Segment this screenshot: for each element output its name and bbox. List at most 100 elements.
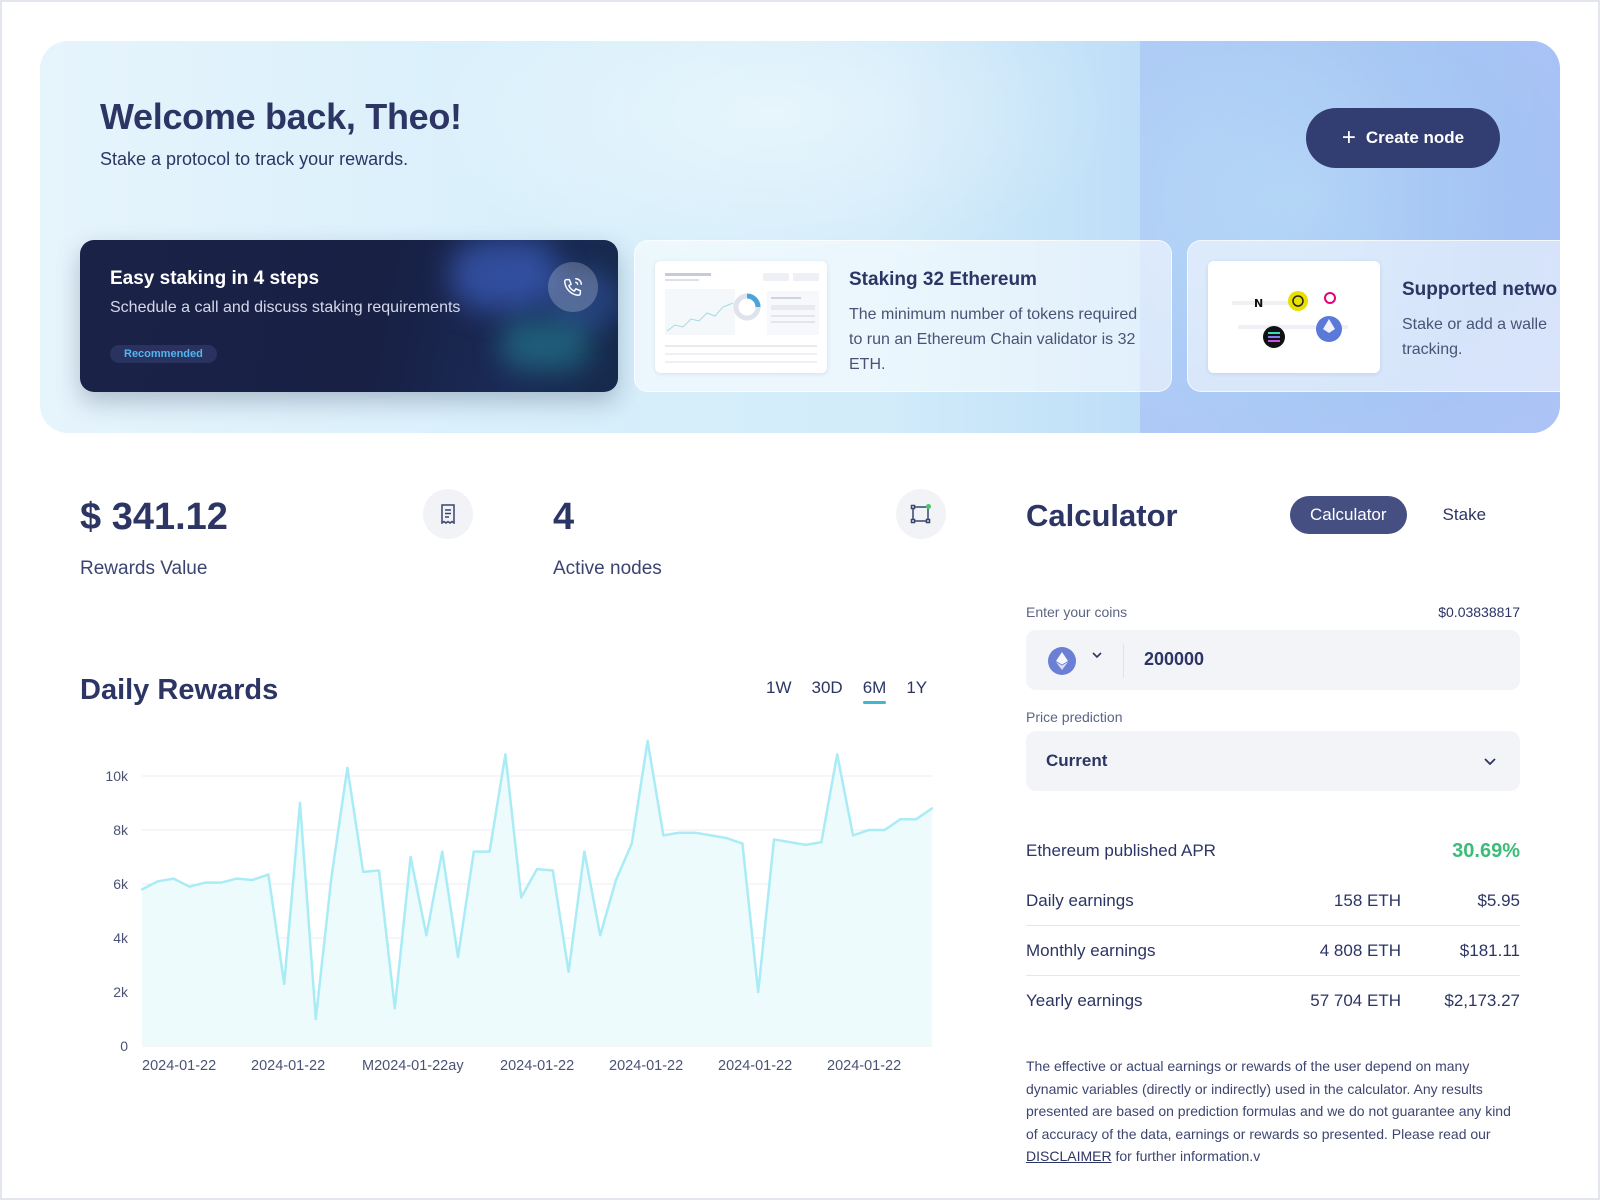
data-point — [709, 834, 712, 837]
card-title: Supported netwo — [1402, 279, 1558, 300]
range-tabs: 1W 30D 6M 1Y — [766, 678, 947, 704]
welcome-title: Welcome back, Theo! — [100, 96, 462, 137]
chevron-down-icon — [1484, 758, 1496, 766]
calculator-mode-toggle: Calculator Stake — [1290, 496, 1506, 534]
card-description: The minimum number of tokens required to… — [849, 306, 1138, 373]
tab-stake[interactable]: Stake — [1423, 496, 1506, 534]
card-title: Staking 32 Ethereum — [849, 269, 1037, 290]
data-point — [441, 850, 444, 853]
earnings-usd: $2,173.27 — [1444, 991, 1520, 1010]
dashboard-preview-image — [655, 261, 827, 373]
coins-input-field[interactable]: 200000 — [1026, 630, 1520, 690]
networks-thumbnail: N — [1208, 261, 1380, 373]
earnings-eth: 158 ETH — [1333, 890, 1401, 910]
y-tick-label: 8k — [113, 822, 129, 838]
active-nodes-label: Active nodes — [553, 558, 662, 579]
data-point — [630, 842, 633, 845]
nodes-icon — [910, 504, 931, 524]
supported-networks-card[interactable]: N Supported netwo Stake or add a walle t… — [1187, 240, 1560, 392]
daily-rewards-chart: 0 2k 4k 6k 8k 10k 2024-01-22 2024-01-22 M2024-01… — [105, 739, 934, 1074]
data-point — [899, 818, 902, 821]
data-point — [472, 850, 475, 853]
coins-label: Enter your coins — [1026, 604, 1128, 620]
data-point — [377, 869, 381, 872]
data-point — [330, 874, 333, 878]
data-point — [757, 990, 760, 994]
y-tick-label: 2k — [113, 984, 129, 1000]
price-prediction-select[interactable]: Current — [1026, 731, 1520, 791]
create-node-label: Create node — [1365, 128, 1465, 147]
disclaimer-link[interactable]: DISCLAIMER — [1026, 1148, 1112, 1164]
data-point — [772, 838, 776, 841]
earnings-eth: 4 808 ETH — [1319, 940, 1401, 960]
range-tab-6m[interactable]: 6M — [862, 678, 886, 704]
data-point — [741, 842, 744, 845]
y-tick-label: 4k — [113, 930, 129, 946]
earnings-row-daily: Daily earnings 158 ETH $5.95 — [1026, 876, 1520, 926]
data-point — [646, 739, 649, 743]
ethereum-icon[interactable] — [1048, 647, 1076, 675]
x-tick-label: 2024-01-22 — [609, 1058, 683, 1074]
data-point — [599, 934, 602, 937]
y-tick-label: 10k — [105, 768, 129, 784]
easy-staking-card[interactable]: Easy staking in 4 steps Schedule a call … — [80, 240, 618, 392]
range-tab-1y[interactable]: 1Y — [906, 678, 927, 704]
range-tab-1w[interactable]: 1W — [766, 678, 792, 704]
data-point — [820, 840, 823, 844]
card-description: Schedule a call and discuss staking requ… — [110, 299, 461, 316]
data-point — [267, 873, 270, 876]
disclaimer-text: The effective or actual earnings or rewa… — [1026, 1055, 1520, 1168]
data-point — [788, 840, 791, 844]
data-point — [867, 828, 870, 832]
data-point — [298, 801, 302, 805]
apr-label: Ethereum published APR — [1026, 841, 1216, 860]
data-point — [204, 881, 207, 884]
data-point — [836, 753, 839, 756]
card-title: Easy staking in 4 steps — [110, 268, 320, 289]
phone-icon — [564, 278, 582, 296]
data-point — [488, 850, 491, 853]
earnings-label: Monthly earnings — [1026, 940, 1156, 960]
apr-row: Ethereum published APR 30.69% — [1026, 826, 1520, 876]
data-point — [678, 831, 681, 834]
dashboard-thumbnail — [655, 261, 827, 373]
coins-value[interactable]: 200000 — [1144, 649, 1204, 670]
near-icon: N — [1254, 297, 1263, 310]
x-tick-label: 2024-01-22 — [500, 1058, 574, 1074]
x-tick-label: 2024-01-22 — [827, 1058, 901, 1074]
y-tick-label: 0 — [120, 1038, 128, 1054]
data-point — [804, 843, 807, 847]
divider — [1123, 644, 1124, 678]
earnings-usd: $5.95 — [1477, 890, 1520, 910]
phone-call-button[interactable] — [548, 262, 598, 312]
card-description: Stake or add a walle tracking. — [1402, 316, 1547, 358]
data-point — [883, 828, 886, 832]
data-point — [614, 878, 618, 882]
earnings-usd: $181.11 — [1459, 940, 1520, 960]
series-area — [142, 740, 932, 1046]
receipt-icon — [441, 504, 455, 524]
welcome-hero: Welcome back, Theo! Stake a protocol to … — [40, 41, 1560, 433]
range-tab-30d[interactable]: 30D — [812, 678, 843, 704]
x-tick-label: 2024-01-22 — [718, 1058, 792, 1074]
data-point — [425, 934, 428, 937]
data-point — [409, 855, 412, 859]
nodes-button[interactable] — [896, 489, 946, 539]
x-tick-label: 2024-01-22 — [142, 1058, 216, 1074]
chevron-down-icon[interactable] — [1090, 648, 1104, 662]
decorative-blob — [500, 320, 590, 370]
coin-price: $0.03838817 — [1438, 604, 1520, 620]
rewards-label: Rewards Value — [80, 558, 208, 579]
receipt-button[interactable] — [423, 489, 473, 539]
x-tick-label: 2024-01-22 — [251, 1058, 325, 1074]
data-point — [725, 836, 728, 840]
create-node-button[interactable]: + Create node — [1306, 108, 1500, 168]
recommended-badge: Recommended — [110, 345, 217, 363]
data-point — [851, 834, 855, 837]
prediction-value: Current — [1046, 751, 1108, 770]
tab-calculator[interactable]: Calculator — [1290, 496, 1407, 534]
staking-32-ethereum-card[interactable]: Staking 32 Ethereum The minimum number o… — [634, 240, 1172, 392]
data-point — [504, 753, 507, 756]
data-point — [188, 885, 191, 888]
data-point — [915, 818, 918, 821]
